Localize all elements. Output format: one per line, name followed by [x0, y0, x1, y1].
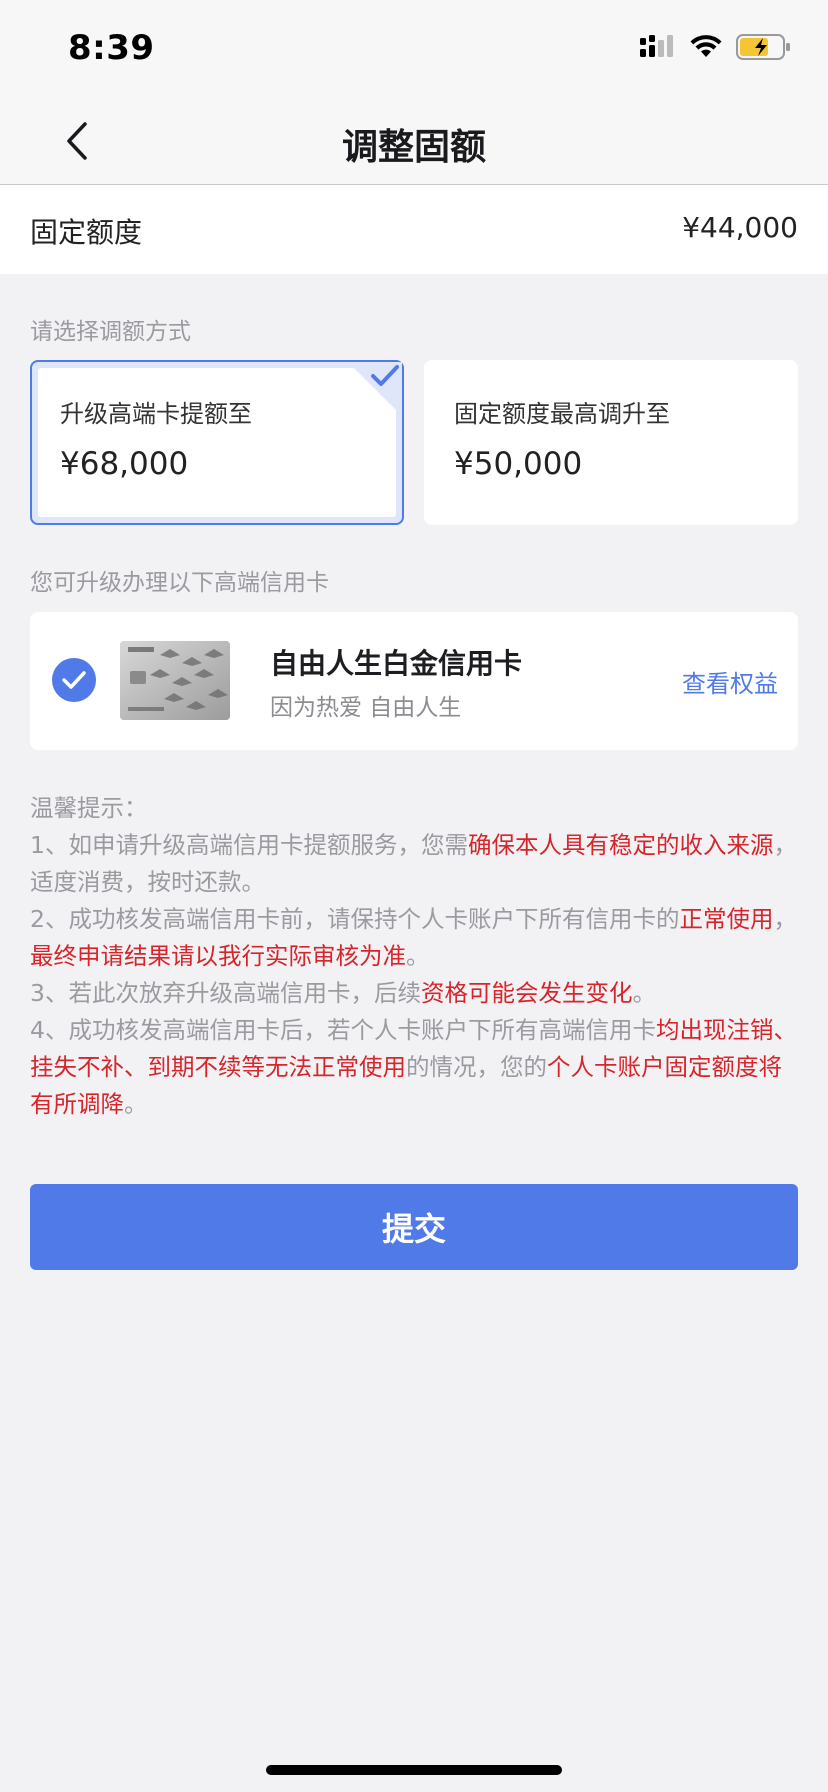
- fixed-limit-label: 固定额度: [30, 216, 143, 249]
- tip-item: 4、成功核发高端信用卡后，若个人卡账户下所有高端信用卡均出现注销、挂失不补、到期…: [30, 1016, 797, 1118]
- tips-block: 温馨提示： 1、如申请升级高端信用卡提额服务，您需确保本人具有稳定的收入来源，适…: [30, 790, 800, 1123]
- select-method-label: 请选择调额方式: [30, 319, 191, 345]
- option-amount: ¥68,000: [60, 446, 189, 482]
- credit-card-image: [120, 641, 230, 720]
- view-benefits-link[interactable]: 查看权益: [682, 664, 778, 699]
- status-bar: 8:39: [0, 0, 828, 100]
- credit-card-item[interactable]: 自由人生白金信用卡 因为热爱 自由人生 查看权益: [30, 612, 798, 750]
- tip-item: 1、如申请升级高端信用卡提额服务，您需确保本人具有稳定的收入来源，适度消费，按时…: [30, 831, 797, 896]
- option-upgrade-inner: 升级高端卡提额至 ¥68,000: [38, 368, 396, 517]
- tip-item: 2、成功核发高端信用卡前，请保持个人卡账户下所有信用卡的正常使用，最终申请结果请…: [30, 905, 797, 970]
- cellular-signal-icon: [640, 35, 673, 57]
- upgrade-section-label: 您可升级办理以下高端信用卡: [30, 570, 329, 596]
- status-time: 8:39: [68, 28, 155, 68]
- option-amount: ¥50,000: [454, 446, 583, 482]
- page-title: 调整固额: [341, 127, 486, 168]
- card-slogan: 因为热爱 自由人生: [270, 695, 462, 721]
- check-icon: [62, 671, 86, 689]
- card-name: 自由人生白金信用卡: [270, 647, 523, 680]
- option-upgrade-card[interactable]: 升级高端卡提额至 ¥68,000: [30, 360, 404, 525]
- battery-charging-icon: [736, 34, 790, 60]
- fixed-limit-row: 固定额度 ¥44,000: [0, 185, 828, 274]
- home-indicator: [266, 1765, 562, 1775]
- card-select-checkbox[interactable]: [52, 658, 96, 702]
- wifi-icon: [690, 35, 722, 57]
- nav-bar: 调整固额: [0, 100, 828, 185]
- submit-button[interactable]: 提交: [30, 1184, 798, 1270]
- check-icon: [371, 365, 399, 386]
- status-icons: [640, 34, 792, 60]
- option-title: 固定额度最高调升至: [454, 400, 670, 428]
- tips-title: 温馨提示：: [30, 794, 148, 822]
- option-fixed-card[interactable]: 固定额度最高调升至 ¥50,000: [424, 360, 798, 525]
- fixed-limit-value: ¥44,000: [682, 211, 798, 244]
- option-title: 升级高端卡提额至: [60, 400, 252, 428]
- tip-item: 3、若此次放弃升级高端信用卡，后续资格可能会发生变化。: [30, 979, 656, 1007]
